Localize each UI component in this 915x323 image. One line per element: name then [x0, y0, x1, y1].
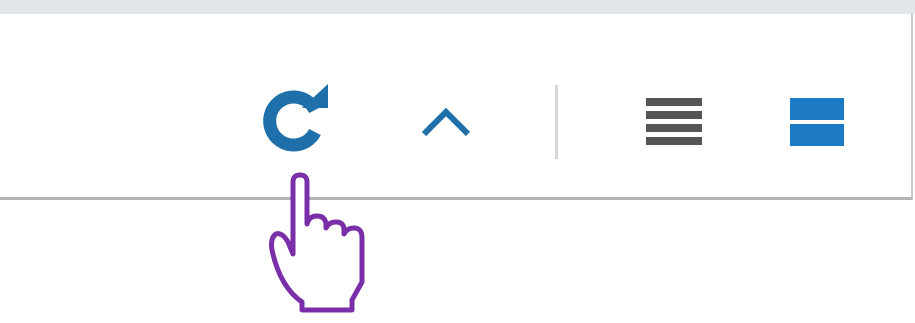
top-strip — [0, 0, 915, 14]
refresh-button[interactable] — [258, 78, 338, 158]
toolbar — [0, 14, 913, 200]
chevron-up-icon — [421, 107, 471, 137]
hand-pointer-icon — [262, 172, 372, 318]
list-view-icon — [646, 98, 702, 145]
toolbar-divider — [555, 85, 558, 159]
split-view-button[interactable] — [784, 92, 850, 154]
refresh-icon — [263, 84, 328, 152]
collapse-button[interactable] — [416, 96, 476, 146]
split-view-icon — [790, 98, 844, 146]
list-view-button[interactable] — [640, 92, 708, 154]
